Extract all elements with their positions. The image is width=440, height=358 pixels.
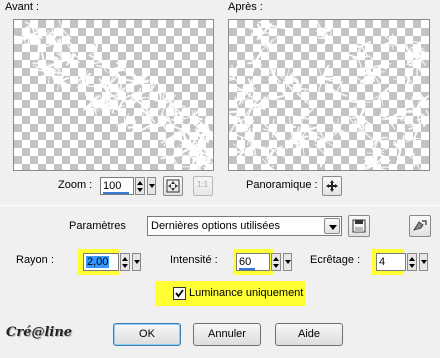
panoramic-label: Panoramique : bbox=[246, 179, 318, 191]
radius-input[interactable]: 2,00 bbox=[83, 253, 119, 271]
one-to-one-button[interactable]: 1:1 bbox=[193, 176, 213, 196]
one-to-one-icon: 1:1 bbox=[197, 180, 209, 189]
zoom-label: Zoom : bbox=[58, 179, 93, 191]
clipping-label: Ecrêtage : bbox=[310, 254, 361, 266]
clipping-dropdown-button[interactable] bbox=[419, 253, 428, 271]
before-preview-texture bbox=[14, 20, 213, 170]
reset-button[interactable] bbox=[409, 215, 431, 237]
navigate-icon bbox=[166, 179, 180, 193]
zoom-spin-button[interactable] bbox=[135, 177, 145, 195]
intensity-dropdown-button[interactable] bbox=[283, 253, 292, 271]
before-preview[interactable] bbox=[13, 19, 214, 171]
after-preview-texture bbox=[229, 20, 429, 170]
dropdown-arrow-icon bbox=[329, 225, 337, 230]
zoom-progress bbox=[103, 192, 129, 194]
checkmark-icon bbox=[175, 289, 184, 298]
clipping-spin-button[interactable] bbox=[407, 253, 417, 271]
radius-value: 2,00 bbox=[86, 256, 110, 268]
pan-icon bbox=[326, 180, 338, 192]
ok-button[interactable]: OK bbox=[113, 323, 181, 346]
before-label: Avant : bbox=[5, 1, 40, 13]
save-preset-button[interactable] bbox=[348, 215, 370, 237]
reset-icon bbox=[413, 220, 427, 231]
navigate-button[interactable] bbox=[163, 176, 183, 196]
intensity-spin-button[interactable] bbox=[271, 253, 281, 271]
radius-spin-button[interactable] bbox=[120, 253, 130, 271]
after-preview[interactable] bbox=[228, 19, 430, 171]
cancel-button[interactable]: Annuler bbox=[193, 323, 261, 346]
radius-dropdown-button[interactable] bbox=[132, 253, 141, 271]
parameters-label: Paramètres bbox=[69, 220, 126, 232]
separator-top bbox=[0, 205, 440, 206]
clipping-value: 4 bbox=[379, 256, 386, 268]
radius-label: Rayon : bbox=[16, 254, 54, 266]
zoom-input[interactable]: 100 bbox=[100, 177, 134, 195]
preset-select[interactable]: Dernières options utilisées bbox=[147, 216, 342, 236]
clipping-input[interactable]: 4 bbox=[376, 253, 406, 271]
intensity-label: Intensité : bbox=[170, 254, 218, 266]
zoom-dropdown-button[interactable] bbox=[147, 177, 156, 195]
after-label: Après : bbox=[228, 1, 263, 13]
watermark-signature: Cré@line bbox=[6, 325, 73, 340]
intensity-value: 60 bbox=[239, 256, 252, 268]
intensity-progress bbox=[239, 268, 255, 270]
luminance-label[interactable]: Luminance uniquement bbox=[189, 287, 303, 299]
save-preset-icon bbox=[352, 219, 366, 233]
intensity-input[interactable]: 60 bbox=[236, 253, 270, 271]
help-button[interactable]: Aide bbox=[275, 323, 343, 346]
preset-dropdown-button[interactable] bbox=[324, 218, 340, 234]
zoom-value: 100 bbox=[103, 180, 122, 192]
luminance-checkbox[interactable] bbox=[173, 287, 186, 300]
pan-button[interactable] bbox=[322, 176, 342, 196]
preset-value: Dernières options utilisées bbox=[151, 220, 281, 232]
